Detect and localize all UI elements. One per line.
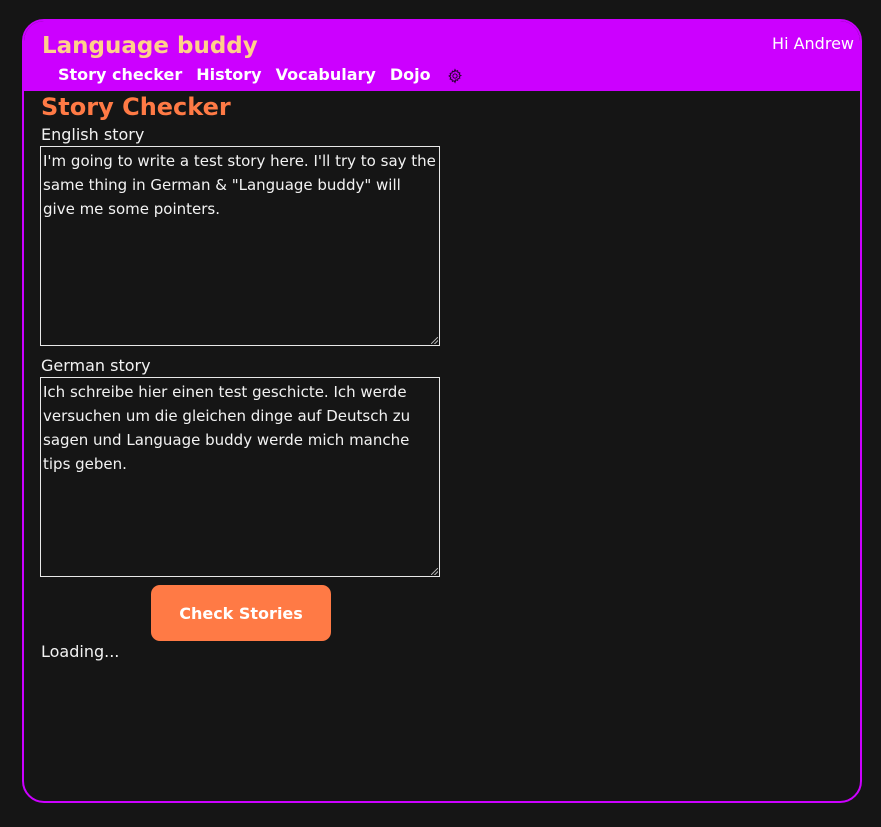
nav-history[interactable]: History <box>196 65 261 84</box>
english-story-textarea[interactable]: I'm going to write a test story here. I'… <box>40 146 440 346</box>
main-nav: Story checker History Vocabulary Dojo <box>58 65 463 84</box>
german-story-label: German story <box>41 356 151 375</box>
app-frame: Language buddy Hi Andrew Story checker H… <box>22 19 862 803</box>
nav-vocabulary[interactable]: Vocabulary <box>276 65 376 84</box>
loading-status: Loading... <box>41 642 120 661</box>
resize-handle[interactable] <box>431 568 438 575</box>
app-title[interactable]: Language buddy <box>42 33 258 59</box>
german-story-textarea[interactable]: Ich schreibe hier einen test geschicte. … <box>40 377 440 577</box>
nav-dojo[interactable]: Dojo <box>390 65 431 84</box>
resize-handle[interactable] <box>431 337 438 344</box>
top-bar: Language buddy Hi Andrew Story checker H… <box>24 21 860 91</box>
page-title: Story Checker <box>41 93 231 121</box>
english-story-label: English story <box>41 125 145 144</box>
check-stories-button[interactable]: Check Stories <box>151 585 331 641</box>
german-story-text: Ich schreibe hier einen test geschicte. … <box>43 383 411 473</box>
english-story-text: I'm going to write a test story here. I'… <box>43 152 436 218</box>
nav-story-checker[interactable]: Story checker <box>58 65 182 84</box>
gear-icon[interactable] <box>447 67 463 84</box>
user-greeting: Hi Andrew <box>772 34 854 53</box>
